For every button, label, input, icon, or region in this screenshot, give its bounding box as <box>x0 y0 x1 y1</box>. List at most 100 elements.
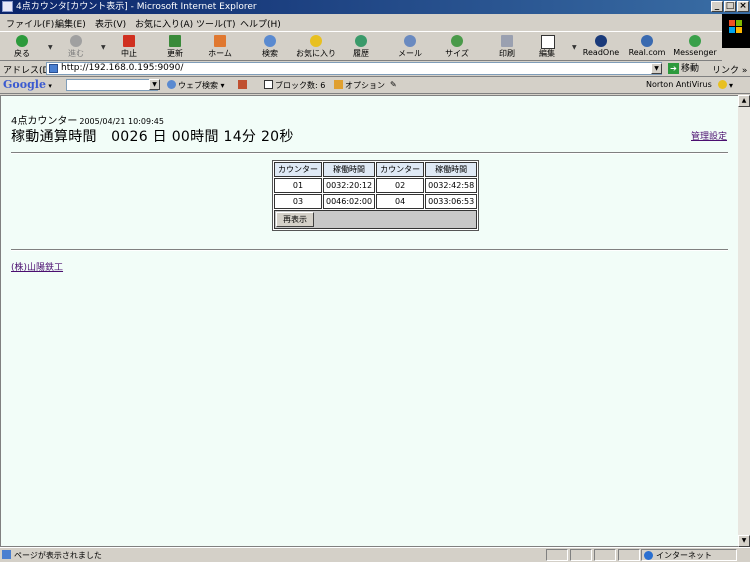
counter-runtime: 0046:02:00 <box>323 194 376 209</box>
ie-page-icon <box>2 1 13 12</box>
options-button[interactable]: オプション <box>334 80 385 91</box>
go-arrow-icon: ➔ <box>668 63 679 74</box>
address-bar: アドレス(D) http://192.168.0.195:9090/ ▼ ➔ 移動… <box>0 61 750 77</box>
page-content: 4点カウンター 2005/04/21 10:09:45 稼動通算時間 0026 日… <box>0 95 738 547</box>
norton-shield-icon[interactable]: ▾ <box>718 80 733 90</box>
print-button[interactable]: 印刷 <box>487 34 527 60</box>
forward-dropdown-icon[interactable]: ▼ <box>101 44 106 51</box>
button-cell: 再表示 <box>274 210 478 229</box>
history-icon <box>355 35 367 47</box>
menu-help[interactable]: ヘルプ(H) <box>240 17 281 30</box>
admin-settings-link[interactable]: 管理設定 <box>691 129 727 142</box>
counter-runtime: 0032:42:58 <box>425 178 478 193</box>
realcom-icon <box>641 35 653 47</box>
menu-file[interactable]: ファイル(F) <box>6 17 54 30</box>
minimize-button[interactable]: _ <box>711 1 723 12</box>
scroll-down-icon[interactable]: ▼ <box>738 535 750 547</box>
go-button[interactable]: ➔ 移動 <box>668 62 699 76</box>
standard-toolbar: 戻る ▼ 進む ▼ 中止 更新 ホーム 検索 お気に入り 履歴 メール サイズ … <box>0 31 722 61</box>
google-search-input[interactable] <box>66 79 158 91</box>
header-runtime-1: 稼働時間 <box>323 162 376 177</box>
header-runtime-2: 稼働時間 <box>425 162 478 177</box>
status-bar: ページが表示されました インターネット <box>0 547 750 562</box>
home-icon <box>214 35 226 47</box>
status-cell <box>546 549 568 561</box>
mail-button[interactable]: メール <box>390 34 430 60</box>
page-subtitle: 4点カウンター 2005/04/21 10:09:45 <box>11 112 164 127</box>
back-label: 戻る <box>14 49 30 58</box>
history-button[interactable]: 履歴 <box>341 34 381 60</box>
readone-button[interactable]: ReadOne <box>581 34 621 60</box>
menu-view[interactable]: 表示(V) <box>95 17 126 30</box>
home-button[interactable]: ホーム <box>200 34 240 60</box>
counter-id: 04 <box>376 194 425 209</box>
menu-edit[interactable]: 編集(E) <box>55 17 86 30</box>
popup-blocker-icon <box>264 80 273 89</box>
search-icon <box>264 35 276 47</box>
stop-label: 中止 <box>121 49 137 58</box>
edit-button[interactable]: 編集 <box>527 34 567 60</box>
address-input[interactable]: http://192.168.0.195:9090/ <box>46 62 662 75</box>
norton-label: Norton AntiVirus <box>646 80 712 89</box>
forward-label: 進む <box>68 49 84 58</box>
size-label: サイズ <box>445 49 469 58</box>
edit-page-icon <box>541 35 555 49</box>
readone-label: ReadOne <box>582 48 620 57</box>
print-label: 印刷 <box>499 49 515 58</box>
google-search-dropdown-icon[interactable]: ▼ <box>149 79 160 90</box>
links-button[interactable]: リンク » <box>712 63 747 76</box>
status-cell <box>594 549 616 561</box>
security-zone: インターネット <box>656 551 712 560</box>
counter-table: カウンター 稼働時間 カウンター 稼働時間 01 0032:20:12 02 0… <box>272 160 480 231</box>
google-logo-text: Google <box>3 78 46 91</box>
edit-label: 編集 <box>539 49 555 58</box>
google-logo[interactable]: Google ▾ <box>3 78 52 91</box>
counter-id: 01 <box>274 178 322 193</box>
refresh-button[interactable]: 更新 <box>155 34 195 60</box>
stop-button[interactable]: 中止 <box>109 34 149 60</box>
address-dropdown-icon[interactable]: ▼ <box>651 63 662 74</box>
scroll-up-icon[interactable]: ▲ <box>738 95 750 107</box>
close-button[interactable]: × <box>737 1 749 12</box>
menu-tools[interactable]: ツール(T) <box>196 17 236 30</box>
company-link[interactable]: (株)山陽鉄工 <box>11 260 63 273</box>
title-bar: 4点カウンタ[カウント表示] - Microsoft Internet Expl… <box>0 0 750 14</box>
back-button[interactable]: 戻る <box>2 34 42 60</box>
highlight-icon[interactable]: ✎ <box>390 80 397 89</box>
status-cell <box>570 549 592 561</box>
printer-icon <box>501 35 513 47</box>
header-counter-1: カウンター <box>274 162 322 177</box>
back-arrow-icon <box>16 35 28 47</box>
maximize-button[interactable]: □ <box>724 1 736 12</box>
mail-label: メール <box>398 49 422 58</box>
windows-logo <box>722 14 750 48</box>
page-info-icon <box>238 80 247 89</box>
vertical-scrollbar[interactable]: ▲ ▼ <box>738 95 750 547</box>
back-dropdown-icon[interactable]: ▼ <box>48 44 53 51</box>
web-search-label: ウェブ検索 <box>178 81 218 90</box>
web-search-button[interactable]: ウェブ検索 ▾ <box>167 80 225 91</box>
counter-id: 03 <box>274 194 322 209</box>
popup-blocker-button[interactable]: ブロック数: 6 <box>264 80 325 91</box>
text-size-icon <box>451 35 463 47</box>
search-button[interactable]: 検索 <box>250 34 290 60</box>
table-header-row: カウンター 稼働時間 カウンター 稼働時間 <box>274 162 478 177</box>
header-counter-2: カウンター <box>376 162 425 177</box>
norton-antivirus[interactable]: Norton AntiVirus <box>646 80 712 89</box>
size-button[interactable]: サイズ <box>437 34 477 60</box>
forward-button[interactable]: 進む <box>56 34 96 60</box>
page-done-icon <box>2 550 11 559</box>
messenger-button[interactable]: Messenger <box>673 34 717 60</box>
internet-globe-icon <box>644 551 653 560</box>
realcom-button[interactable]: Real.com <box>627 34 667 60</box>
menu-favorites[interactable]: お気に入り(A) <box>135 17 193 30</box>
edit-dropdown-icon[interactable]: ▼ <box>572 44 577 51</box>
divider-bottom <box>11 249 728 251</box>
messenger-label: Messenger <box>673 48 717 57</box>
page-info-button[interactable] <box>238 80 249 90</box>
counter-runtime: 0032:20:12 <box>323 178 376 193</box>
favorites-button[interactable]: お気に入り <box>296 34 336 60</box>
redisplay-button[interactable]: 再表示 <box>276 212 314 227</box>
favorites-label: お気に入り <box>296 49 336 58</box>
links-label: リンク <box>712 66 740 76</box>
